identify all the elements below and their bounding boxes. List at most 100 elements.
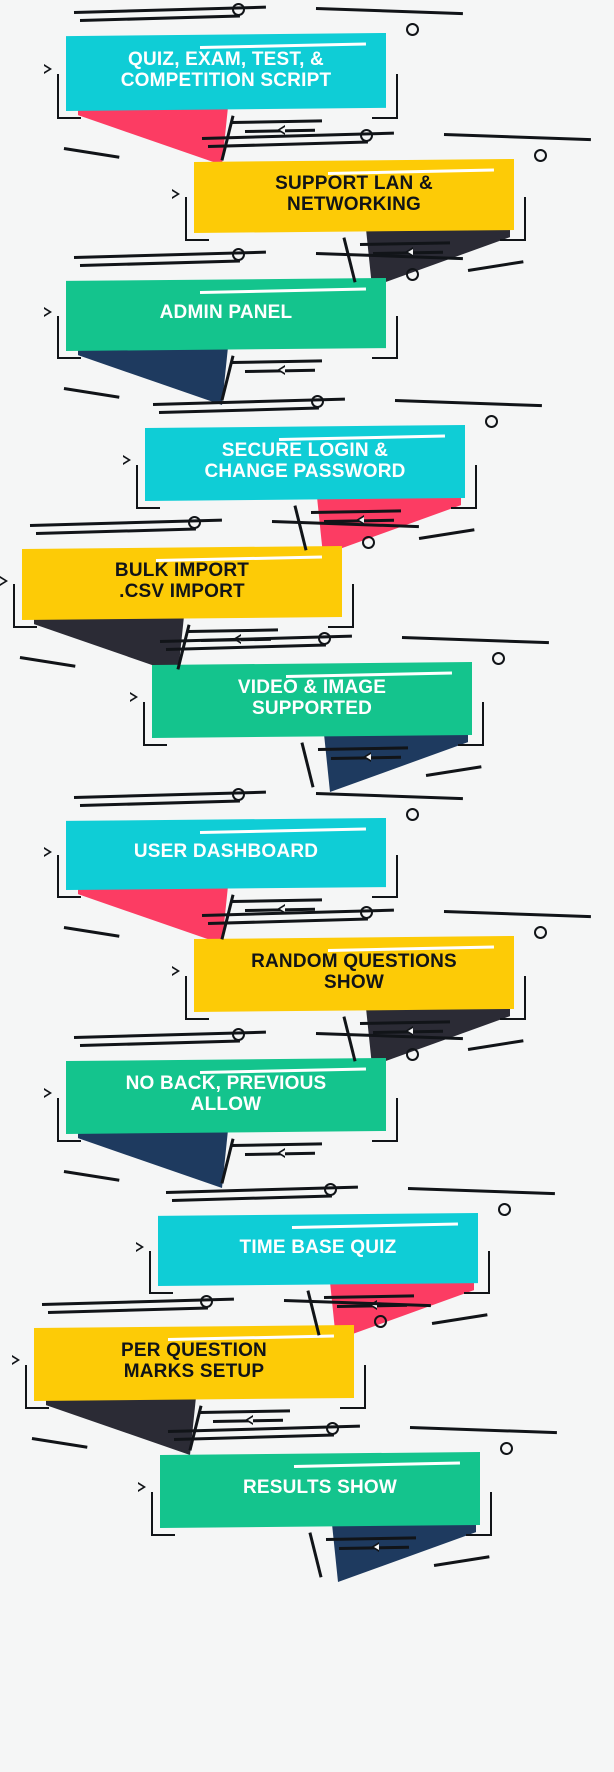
corner-bracket-bottom-left (25, 1364, 49, 1410)
decor-circle (311, 395, 325, 408)
decor-slash (300, 742, 314, 788)
decor-rule-bottom (232, 359, 322, 364)
corner-bracket-bottom-left (13, 584, 37, 628)
decor-circle (406, 1048, 419, 1061)
banner-label: RANDOM QUESTIONS SHOW (251, 950, 457, 993)
corner-bracket-bottom-left (57, 855, 81, 898)
decor-rule-top (35, 527, 196, 535)
decor-circle (232, 3, 246, 16)
banner-label: NO BACK, PREVIOUS ALLOW (125, 1072, 327, 1115)
decor-rule-top (79, 14, 240, 22)
corner-bracket-bottom-left (57, 315, 81, 359)
corner-bracket-bottom-left (57, 73, 81, 120)
corner-bracket-bottom-right (372, 73, 398, 120)
corner-bracket-bottom-left (143, 701, 167, 747)
decor-rule-top (207, 917, 368, 925)
banner-poster: QUIZ, EXAM, TEST, & COMPETITION SCRIPT SU… (0, 0, 614, 1772)
decor-rule-top (79, 799, 240, 807)
corner-bracket-bottom-left (149, 1250, 173, 1294)
decor-triangle-right (12, 1355, 20, 1366)
decor-circle (362, 536, 375, 549)
decor-circle (406, 808, 419, 821)
decor-triangle-left (363, 752, 372, 762)
decor-circle (500, 1442, 513, 1455)
decor-triangle-right (130, 692, 138, 703)
decor-rule-bottom (232, 119, 322, 124)
decor-rule-top-right (409, 1426, 557, 1434)
decor-circle (200, 1295, 214, 1308)
decor-triangle-left (277, 1148, 286, 1158)
corner-bracket-bottom-right (464, 1250, 490, 1294)
decor-circle (534, 149, 547, 162)
decor-triangle-right (123, 455, 131, 466)
decor-circle (232, 788, 246, 801)
decor-rule-top-right (443, 133, 591, 141)
corner-bracket-bottom-left (57, 1097, 81, 1143)
corner-bracket-bottom-right (372, 315, 398, 359)
decor-triangle-right (44, 846, 52, 857)
decor-circle (326, 1422, 340, 1435)
decor-triangle-right (136, 1242, 144, 1253)
decor-fold-stroke (425, 765, 482, 777)
decor-rule-top (165, 643, 326, 651)
decor-fold-stroke (63, 147, 120, 159)
decor-rule-bottom (200, 1409, 290, 1414)
corner-bracket-bottom-right (451, 464, 477, 510)
decor-rule-top-right (443, 910, 591, 918)
decor-triangle-left (371, 1542, 380, 1552)
decor-rule-top (173, 1433, 334, 1441)
corner-bracket-bottom-right (372, 855, 398, 898)
banner-label: SUPPORT LAN & NETWORKING (275, 172, 433, 215)
decor-triangle-right (0, 575, 8, 586)
banner-label: TIME BASE QUIZ (239, 1236, 397, 1258)
decor-circle (232, 248, 246, 261)
decor-rule-top (47, 1306, 208, 1314)
decor-rule-top-right (315, 7, 463, 15)
decor-circle (498, 1203, 511, 1216)
decor-fold-stroke (418, 528, 475, 540)
decor-rule-top (207, 140, 368, 148)
banner-label: VIDEO & IMAGE SUPPORTED (237, 676, 387, 719)
decor-slash (308, 1532, 322, 1578)
decor-circle (485, 415, 498, 428)
decor-rule-top-right (394, 399, 542, 407)
decor-triangle-left (277, 365, 286, 375)
decor-triangle-right (44, 64, 52, 75)
corner-bracket-bottom-right (466, 1491, 492, 1537)
decor-triangle-right (172, 188, 180, 199)
corner-bracket-bottom-right (500, 975, 526, 1021)
decor-rule-top (171, 1194, 332, 1202)
decor-fold-stroke (31, 1437, 88, 1449)
decor-fold-stroke (63, 926, 120, 938)
banner-label: USER DASHBOARD (133, 841, 319, 863)
decor-circle (360, 906, 374, 919)
corner-bracket-bottom-left (185, 197, 209, 241)
banner-label: PER QUESTION MARKS SETUP (121, 1339, 267, 1382)
banner-label: QUIZ, EXAM, TEST, & COMPETITION SCRIPT (120, 48, 332, 91)
decor-triangle-right (44, 307, 52, 318)
decor-circle (188, 516, 202, 529)
banner-label: ADMIN PANEL (159, 301, 293, 323)
corner-bracket-bottom-right (458, 701, 484, 747)
decor-fold-stroke (467, 1039, 524, 1051)
corner-bracket-bottom-left (185, 975, 209, 1021)
corner-bracket-bottom-right (328, 584, 354, 628)
banner-label: RESULTS SHOW (242, 1477, 398, 1499)
decor-rule-top (79, 1039, 240, 1047)
decor-triangle-left (245, 1415, 254, 1425)
corner-bracket-bottom-right (340, 1364, 366, 1410)
decor-circle (534, 926, 547, 939)
decor-fold-stroke (431, 1313, 488, 1325)
decor-circle (406, 268, 419, 281)
decor-fold-stroke (433, 1555, 490, 1567)
decor-triangle-right (172, 966, 180, 977)
decor-rule-top-right (407, 1187, 555, 1195)
decor-circle (374, 1315, 387, 1328)
decor-rule-top (158, 406, 319, 414)
banner-fold-triangle (332, 1524, 476, 1582)
corner-bracket-bottom-left (136, 464, 160, 510)
decor-circle (360, 129, 374, 142)
corner-bracket-bottom-right (372, 1097, 398, 1143)
decor-rule-top (79, 259, 240, 267)
corner-bracket-bottom-right (500, 197, 526, 241)
